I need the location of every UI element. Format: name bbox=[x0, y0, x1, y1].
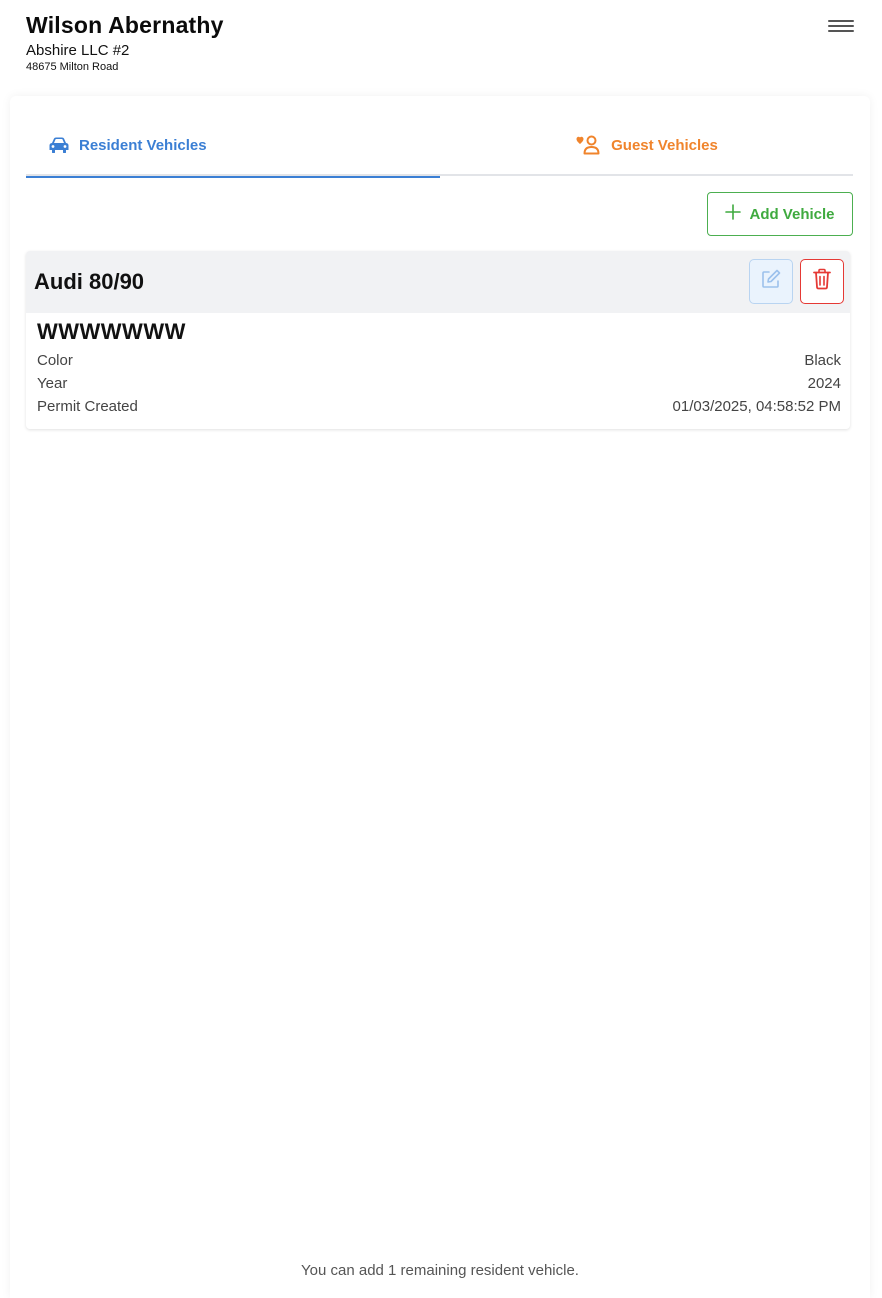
remaining-vehicles-note: You can add 1 remaining resident vehicle… bbox=[301, 1262, 579, 1279]
tab-guest-vehicles[interactable]: Guest Vehicles bbox=[440, 114, 854, 176]
vehicle-card-header: Audi 80/90 bbox=[26, 251, 850, 313]
plus-icon bbox=[725, 204, 742, 224]
field-value-color: Black bbox=[804, 352, 841, 369]
vehicle-tabs: Resident Vehicles Guest Vehicles bbox=[26, 114, 854, 178]
vehicle-model: Audi 80/90 bbox=[34, 269, 145, 294]
field-label-permit-created: Permit Created bbox=[37, 398, 138, 415]
car-icon bbox=[48, 135, 70, 155]
field-value-permit-created: 01/03/2025, 04:58:52 PM bbox=[672, 398, 841, 415]
resident-name: Wilson Abernathy bbox=[26, 12, 224, 38]
guest-user-heart-icon bbox=[576, 135, 602, 155]
edit-vehicle-button[interactable] bbox=[749, 259, 793, 304]
vehicle-card: Audi 80/90 WWWWWWW Color Black Year 2024… bbox=[26, 251, 850, 429]
edit-icon bbox=[760, 268, 782, 295]
add-vehicle-button[interactable]: Add Vehicle bbox=[707, 192, 853, 236]
vehicles-panel: Resident Vehicles Guest Vehicles Add Veh… bbox=[10, 96, 870, 1298]
resident-address: 48675 Milton Road bbox=[26, 61, 119, 73]
license-plate: WWWWWWW bbox=[37, 319, 186, 344]
vehicle-card-body: WWWWWWW Color Black Year 2024 Permit Cre… bbox=[26, 313, 850, 418]
field-label-year: Year bbox=[37, 375, 68, 392]
tab-resident-vehicles[interactable]: Resident Vehicles bbox=[26, 114, 440, 178]
trash-icon bbox=[812, 268, 832, 295]
field-label-color: Color bbox=[37, 352, 73, 369]
add-vehicle-label: Add Vehicle bbox=[749, 205, 835, 223]
hamburger-menu-icon[interactable] bbox=[828, 16, 854, 36]
vehicle-field-row: Year 2024 bbox=[37, 372, 841, 395]
company-name: Abshire LLC #2 bbox=[26, 42, 130, 59]
delete-vehicle-button[interactable] bbox=[800, 259, 844, 304]
field-value-year: 2024 bbox=[807, 375, 841, 392]
tab-guest-label: Guest Vehicles bbox=[611, 136, 718, 154]
tab-resident-label: Resident Vehicles bbox=[79, 136, 207, 154]
vehicle-field-row: Permit Created 01/03/2025, 04:58:52 PM bbox=[37, 395, 841, 418]
resident-header: Wilson Abernathy Abshire LLC #2 48675 Mi… bbox=[26, 12, 224, 73]
vehicle-field-row: Color Black bbox=[37, 349, 841, 372]
